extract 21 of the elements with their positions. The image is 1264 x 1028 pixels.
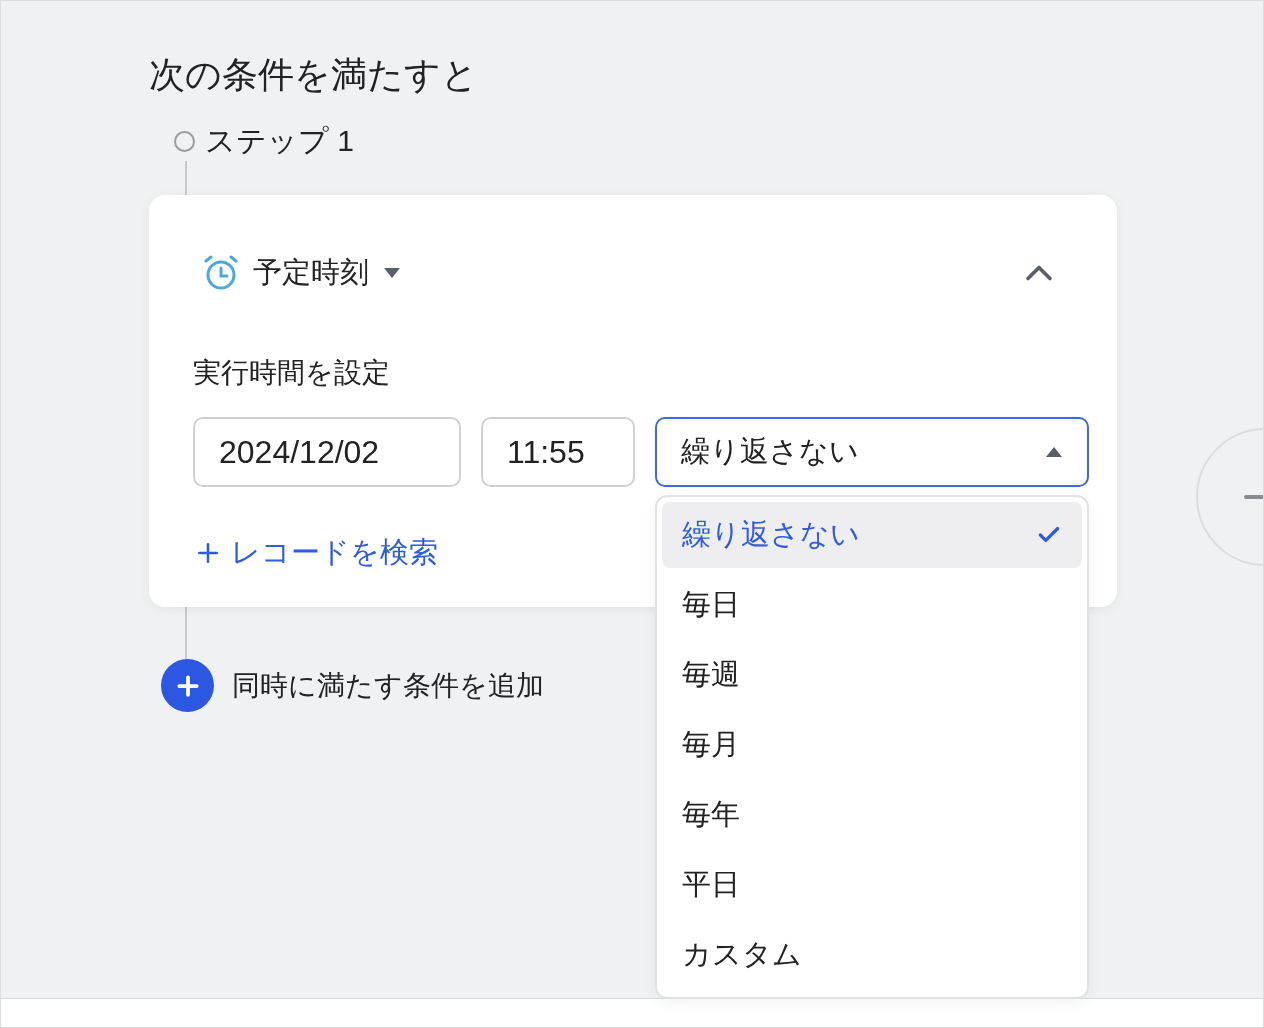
menu-option[interactable]: 毎日 <box>662 572 1082 638</box>
menu-option[interactable]: 毎週 <box>662 642 1082 708</box>
field-label: 実行時間を設定 <box>193 356 391 390</box>
menu-option[interactable]: 毎年 <box>662 782 1082 848</box>
add-condition-label: 同時に満たす条件を追加 <box>232 668 544 703</box>
repeat-select[interactable]: 繰り返さない <box>655 417 1089 487</box>
search-records-link[interactable]: レコードを検索 <box>193 533 438 573</box>
add-button[interactable] <box>161 659 214 712</box>
menu-option[interactable]: 繰り返さない <box>662 502 1082 568</box>
caret-icon <box>383 267 401 279</box>
section-heading: 次の条件を満たすと <box>149 53 479 97</box>
step-label: ステップ 1 <box>205 123 355 159</box>
caret-icon <box>1045 446 1063 458</box>
alarm-clock-icon <box>203 255 239 291</box>
step-circle-icon <box>174 130 195 152</box>
trigger-type-dropdown[interactable]: 予定時刻 <box>193 253 401 293</box>
menu-option[interactable]: 平日 <box>662 852 1082 918</box>
menu-option[interactable]: カスタム <box>662 922 1082 988</box>
time-field[interactable]: 11:55 <box>481 417 635 487</box>
date-field[interactable]: 2024/12/02 <box>193 417 461 487</box>
menu-option[interactable]: 毎月 <box>662 712 1082 778</box>
